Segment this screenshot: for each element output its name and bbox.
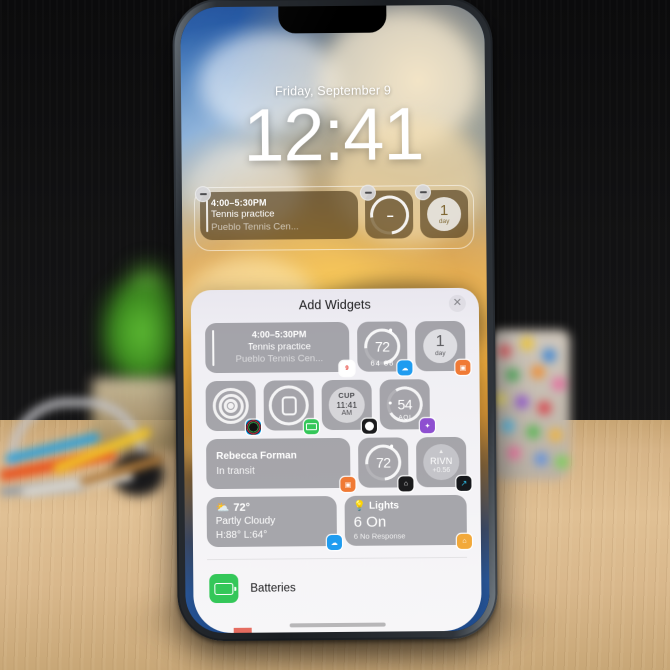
watch-battery-widget[interactable] [263, 380, 320, 435]
findmy-app-icon: ▣ [340, 476, 356, 492]
home-temperature-widget[interactable]: 72 ⌂ [357, 437, 414, 492]
triangle-up-icon: ▲ [438, 448, 445, 455]
stock-change: +0.56 [432, 466, 451, 474]
activity-rings-icon [212, 387, 249, 425]
widget-row: ⛅ 72° Partly Cloudy H:88° L:64° ☁ 💡 Ligh… [206, 494, 473, 551]
aqi-gauge-icon: 54 AQI [383, 382, 427, 427]
stock-face: ▲ RIVN +0.56 [423, 443, 460, 481]
lock-countdown-number: 1 [439, 201, 449, 219]
lights-count: 6 On [353, 513, 387, 531]
world-clock-widget[interactable]: CUP 11:41 AM [321, 379, 378, 434]
lock-calendar-title: Tennis practice [211, 208, 275, 221]
lock-countdown-unit: day [438, 217, 450, 225]
weather-condition: Partly Cloudy [215, 515, 276, 528]
widget-row: CUP 11:41 AM 54 AQI ✦ [205, 379, 466, 435]
stocks-app-icon: ↗ [456, 475, 472, 491]
lightbulb-icon: 💡 [353, 500, 367, 512]
list-item-batteries[interactable]: Batteries [193, 558, 481, 604]
weather-temp: 72° [233, 501, 251, 514]
countdown-app-icon: ▣ [455, 359, 471, 375]
weather-high-low: H:88° L:64° [215, 530, 268, 542]
close-icon[interactable]: ✕ [448, 294, 466, 313]
aqi-label: AQI [398, 414, 412, 422]
air-quality-widget[interactable]: 54 AQI ✦ [379, 379, 435, 434]
lock-calendar-widget[interactable]: 4:00–5:30PM Tennis practice Pueblo Tenni… [194, 186, 359, 241]
countdown-circle: 1 day [426, 196, 462, 232]
home-app-icon: ⌂ [398, 476, 414, 492]
widget-gallery: 4:00–5:30PM Tennis practice Pueblo Tenni… [191, 320, 481, 551]
clock-period: AM [341, 409, 353, 417]
batteries-app-icon [303, 419, 320, 435]
clock-app-icon [361, 418, 378, 434]
weather-temp-widget[interactable]: 72 64 88 ☁ [356, 321, 413, 376]
list-item-label: Batteries [250, 581, 296, 595]
phone-screen[interactable]: Friday, September 9 12:41 4:00–5:30PM Te… [180, 4, 490, 634]
lights-widget[interactable]: 💡 Lights 6 On 6 No Response ⌂ [344, 494, 473, 549]
watch-battery-icon [268, 385, 309, 426]
partial-app-icon [233, 627, 252, 633]
sheet-title: Add Widgets [298, 297, 371, 313]
fitness-widget[interactable] [205, 380, 262, 435]
lock-ring-widget[interactable]: -- [359, 184, 417, 242]
calendar-accent-bar [212, 330, 215, 367]
lock-calendar-location: Pueblo Tennis Cen... [211, 220, 299, 233]
weather-conditions-widget[interactable]: ⛅ 72° Partly Cloudy H:88° L:64° ☁ [206, 495, 342, 551]
findmy-person: Rebecca Forman [216, 450, 297, 463]
find-my-widget[interactable]: Rebecca Forman In transit ▣ [206, 437, 356, 492]
countdown-number: 1 [435, 332, 445, 350]
remove-widget-button[interactable] [359, 184, 376, 201]
notch [278, 5, 387, 34]
lock-screen-time: 12:41 [242, 92, 424, 177]
stock-symbol: RIVN [430, 455, 453, 467]
lights-label: Lights [368, 500, 400, 512]
lock-screen-widget-row[interactable]: 4:00–5:30PM Tennis practice Pueblo Tenni… [194, 184, 469, 244]
widget-row: Rebecca Forman In transit ▣ 72 ⌂ ▲ RIVN … [206, 436, 472, 492]
calendar-app-icon: 9 [339, 360, 355, 376]
fitness-app-icon [245, 419, 262, 435]
home-temp-gauge-icon: 72 [357, 437, 409, 488]
world-clock-face: CUP 11:41 AM [328, 386, 365, 424]
add-widgets-sheet[interactable]: Add Widgets ✕ 4:00–5:30PM Tennis practic… [190, 287, 482, 634]
home-indicator[interactable] [289, 622, 386, 628]
lock-ring-value: -- [386, 207, 393, 222]
calendar-title: Tennis practice [247, 340, 311, 353]
countdown-circle: 1 day [423, 328, 458, 364]
calendar-location: Pueblo Tennis Cen... [235, 352, 324, 365]
stocks-widget[interactable]: ▲ RIVN +0.56 ↗ [416, 436, 472, 491]
airquality-app-icon: ✦ [419, 418, 435, 434]
widget-row: 4:00–5:30PM Tennis practice Pueblo Tenni… [205, 320, 471, 376]
calendar-accent-bar [205, 200, 209, 233]
lock-countdown-widget[interactable]: 1 day [414, 184, 469, 239]
weather-app-icon: ☁ [397, 360, 413, 376]
remove-widget-button[interactable] [194, 186, 211, 203]
calendar-time: 4:00–5:30PM [251, 329, 307, 340]
weather-app-icon: ☁ [326, 534, 342, 551]
calendar-widget[interactable]: 4:00–5:30PM Tennis practice Pueblo Tenni… [205, 321, 355, 376]
findmy-status: In transit [216, 465, 255, 478]
countdown-widget[interactable]: 1 day ▣ [415, 320, 471, 375]
iphone-device: Friday, September 9 12:41 4:00–5:30PM Te… [172, 0, 498, 642]
home-app-icon: ⌂ [456, 533, 473, 549]
remove-widget-button[interactable] [414, 184, 431, 201]
clock-time: 11:41 [336, 399, 358, 410]
candy-jar-glass [490, 330, 570, 480]
battery-icon [209, 573, 239, 604]
partly-cloudy-icon: ⛅ [215, 501, 230, 514]
sheet-header: Add Widgets ✕ [191, 288, 479, 324]
lights-status: 6 No Response [353, 530, 406, 541]
countdown-unit: day [435, 349, 446, 357]
